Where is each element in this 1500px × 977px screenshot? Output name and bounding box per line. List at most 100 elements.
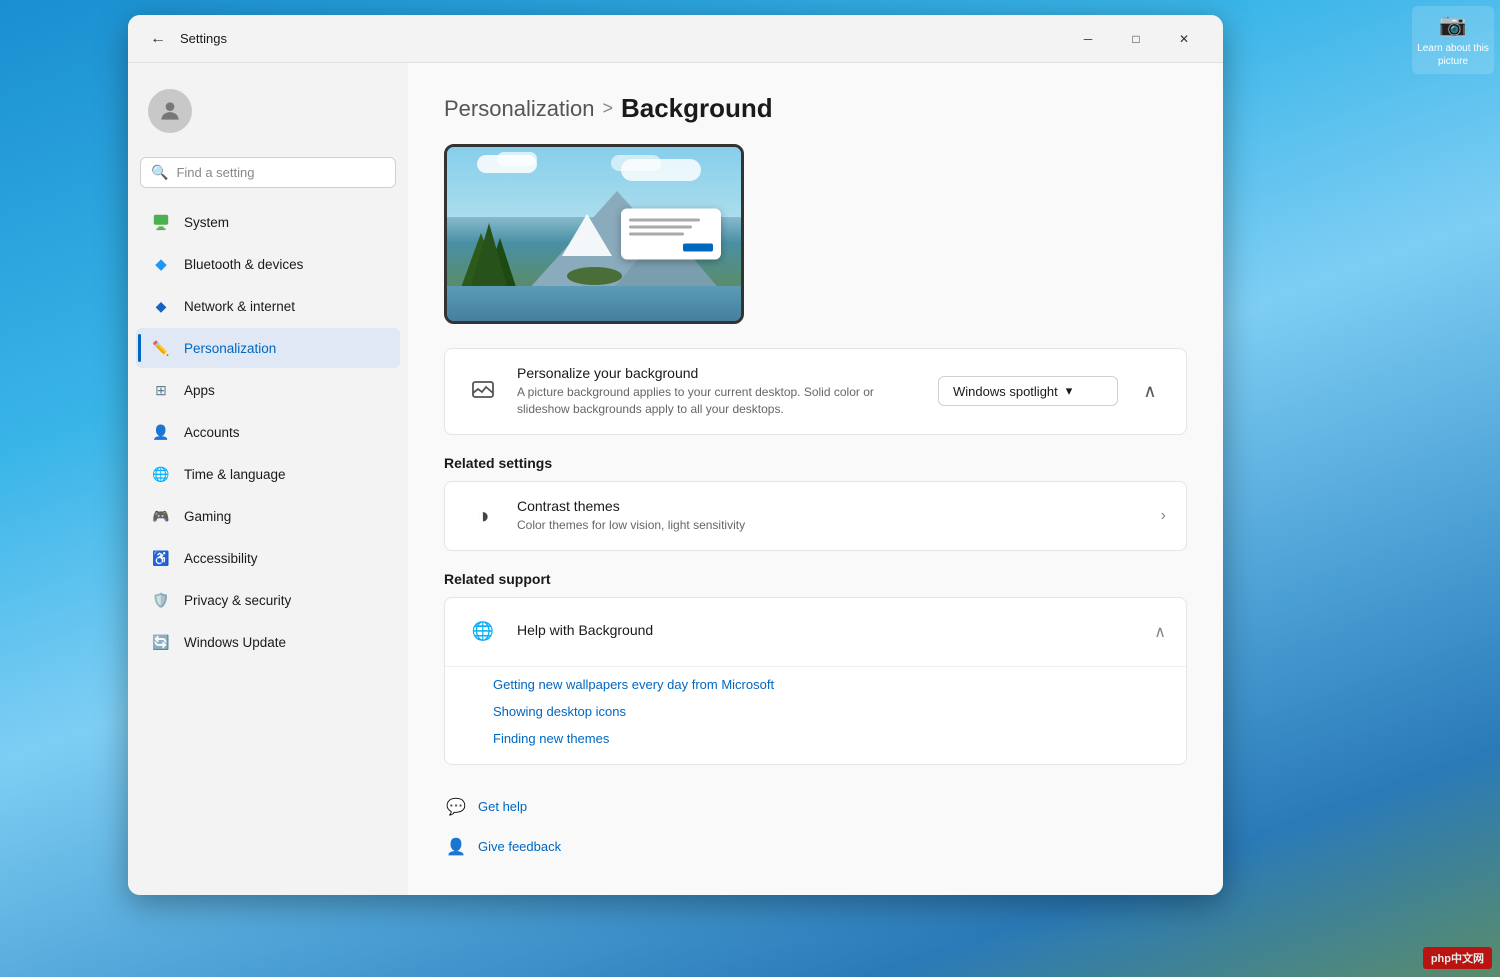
- user-profile: [136, 79, 400, 143]
- chevron-up-icon: ∧: [1143, 381, 1156, 402]
- sidebar-item-system[interactable]: System: [136, 202, 400, 242]
- search-box: 🔍: [140, 157, 396, 188]
- help-link-2[interactable]: Showing desktop icons: [445, 698, 1186, 725]
- camera-icon: 📷: [1439, 12, 1466, 38]
- search-input[interactable]: [176, 165, 385, 180]
- breadcrumb-separator: >: [602, 98, 613, 119]
- sidebar-item-network-label: Network & internet: [184, 299, 295, 314]
- sidebar-item-personalization[interactable]: ✏️ Personalization: [136, 328, 400, 368]
- related-support-section: Related support 🌐 Help with Background ∧…: [444, 571, 1187, 765]
- content-area: Personalization > Background: [408, 63, 1223, 895]
- bluetooth-icon: ◆: [150, 253, 172, 275]
- tree-3: [469, 223, 509, 293]
- give-feedback-row: 👤 Give feedback: [444, 829, 1187, 865]
- maximize-button[interactable]: □: [1113, 23, 1159, 55]
- sidebar-item-time[interactable]: 🌐 Time & language: [136, 454, 400, 494]
- cloud-2: [497, 152, 537, 166]
- help-background-row[interactable]: 🌐 Help with Background ∧: [445, 598, 1186, 667]
- sidebar-item-bluetooth[interactable]: ◆ Bluetooth & devices: [136, 244, 400, 284]
- php-watermark: php中文网: [1423, 947, 1492, 969]
- breadcrumb-parent: Personalization: [444, 96, 594, 122]
- sidebar-item-update-label: Windows Update: [184, 635, 286, 650]
- related-settings-section: Related settings ◑ Contrast themes Color…: [444, 455, 1187, 551]
- accounts-icon: 👤: [150, 421, 172, 443]
- system-icon: [150, 211, 172, 233]
- preview-dialog: [621, 209, 721, 260]
- sidebar-item-accounts[interactable]: 👤 Accounts: [136, 412, 400, 452]
- related-support-heading: Related support: [444, 571, 1187, 587]
- dialog-line-3: [629, 233, 684, 236]
- help-background-text: Help with Background: [517, 622, 1138, 641]
- get-help-link[interactable]: Get help: [478, 799, 527, 814]
- sidebar-item-network[interactable]: ◆ Network & internet: [136, 286, 400, 326]
- sidebar-item-apps-label: Apps: [184, 383, 215, 398]
- get-help-icon: 💬: [444, 795, 468, 819]
- update-icon: 🔄: [150, 631, 172, 653]
- dialog-line-2: [629, 226, 692, 229]
- get-help-row: 💬 Get help: [444, 789, 1187, 825]
- contrast-themes-desc: Color themes for low vision, light sensi…: [517, 517, 1145, 534]
- apps-icon: ⊞: [150, 379, 172, 401]
- background-dropdown-value: Windows spotlight: [953, 384, 1058, 399]
- help-links-expanded: Getting new wallpapers every day from Mi…: [445, 667, 1186, 764]
- window-controls: ─ □ ✕: [1065, 23, 1207, 55]
- time-icon: 🌐: [150, 463, 172, 485]
- sidebar-item-system-label: System: [184, 215, 229, 230]
- sidebar-item-update[interactable]: 🔄 Windows Update: [136, 622, 400, 662]
- search-icon: 🔍: [151, 164, 168, 181]
- dialog-line-1: [629, 219, 700, 222]
- chevron-down-icon: ▾: [1066, 383, 1073, 399]
- dialog-lines: [629, 219, 713, 236]
- chevron-right-icon: ›: [1161, 507, 1166, 525]
- desktop-preview: [444, 144, 744, 324]
- title-bar: ← Settings ─ □ ✕: [128, 15, 1223, 63]
- sidebar-item-bluetooth-label: Bluetooth & devices: [184, 257, 303, 272]
- sidebar: 🔍 System ◆ Bluetooth & devices: [128, 63, 408, 895]
- network-icon: ◆: [150, 295, 172, 317]
- back-button[interactable]: ←: [144, 25, 172, 53]
- avatar: [148, 89, 192, 133]
- close-button[interactable]: ✕: [1161, 23, 1207, 55]
- sidebar-item-gaming-label: Gaming: [184, 509, 231, 524]
- island: [567, 267, 622, 285]
- sidebar-item-gaming[interactable]: 🎮 Gaming: [136, 496, 400, 536]
- gaming-icon: 🎮: [150, 505, 172, 527]
- contrast-themes-title: Contrast themes: [517, 498, 1145, 514]
- personalize-background-row: Personalize your background A picture ba…: [445, 349, 1186, 434]
- accessibility-icon: ♿: [150, 547, 172, 569]
- learn-picture-label: Learn about this picture: [1416, 42, 1490, 68]
- contrast-icon: ◑: [465, 498, 501, 534]
- settings-window: ← Settings ─ □ ✕ 🔍: [128, 15, 1223, 895]
- give-feedback-link[interactable]: Give feedback: [478, 839, 561, 854]
- cloud-4: [611, 155, 661, 171]
- help-link-3[interactable]: Finding new themes: [445, 725, 1186, 752]
- collapse-button[interactable]: ∧: [1134, 375, 1166, 407]
- related-settings-heading: Related settings: [444, 455, 1187, 471]
- app-title: Settings: [180, 31, 227, 46]
- contrast-themes-row[interactable]: ◑ Contrast themes Color themes for low v…: [445, 482, 1186, 550]
- sidebar-item-privacy-label: Privacy & security: [184, 593, 291, 608]
- sidebar-item-accessibility[interactable]: ♿ Accessibility: [136, 538, 400, 578]
- minimize-button[interactable]: ─: [1065, 23, 1111, 55]
- sidebar-item-apps[interactable]: ⊞ Apps: [136, 370, 400, 410]
- sidebar-item-personalization-label: Personalization: [184, 341, 276, 356]
- mountain-snow: [562, 214, 612, 256]
- related-settings-card: ◑ Contrast themes Color themes for low v…: [444, 481, 1187, 551]
- help-link-1[interactable]: Getting new wallpapers every day from Mi…: [445, 671, 1186, 698]
- personalize-background-title: Personalize your background: [517, 365, 922, 381]
- background-control: Windows spotlight ▾: [938, 376, 1118, 406]
- main-layout: 🔍 System ◆ Bluetooth & devices: [128, 63, 1223, 895]
- privacy-icon: 🛡️: [150, 589, 172, 611]
- background-card: Personalize your background A picture ba…: [444, 348, 1187, 435]
- learn-picture-button[interactable]: 📷 Learn about this picture: [1412, 6, 1494, 74]
- background-dropdown[interactable]: Windows spotlight ▾: [938, 376, 1118, 406]
- breadcrumb: Personalization > Background: [444, 93, 1187, 124]
- sidebar-item-accounts-label: Accounts: [184, 425, 240, 440]
- water: [447, 286, 741, 321]
- chevron-up-icon: ∧: [1154, 622, 1166, 642]
- personalization-icon: ✏️: [150, 337, 172, 359]
- background-icon: [465, 373, 501, 409]
- sidebar-item-privacy[interactable]: 🛡️ Privacy & security: [136, 580, 400, 620]
- help-background-title: Help with Background: [517, 622, 1138, 638]
- personalize-background-text: Personalize your background A picture ba…: [517, 365, 922, 418]
